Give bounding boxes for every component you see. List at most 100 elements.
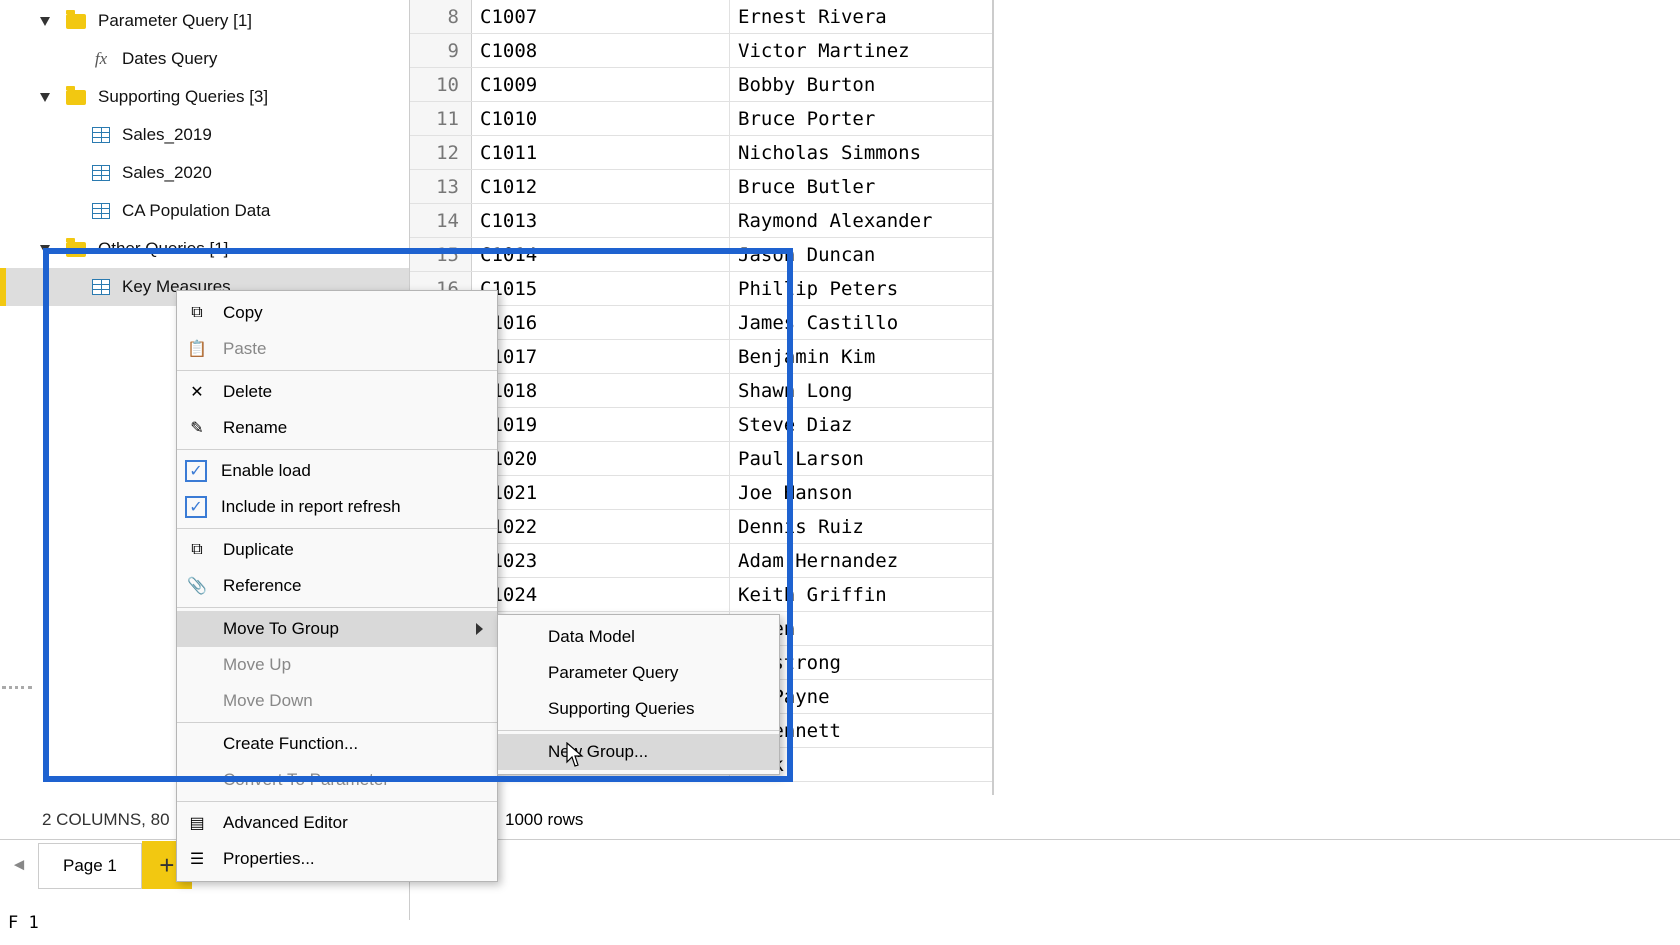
cell-name: Nicholas Simmons bbox=[730, 136, 992, 169]
menu-delete[interactable]: ✕ Delete bbox=[177, 374, 497, 410]
table-row[interactable]: 12C1011Nicholas Simmons bbox=[410, 136, 992, 170]
table-row[interactable]: 13C1012Bruce Butler bbox=[410, 170, 992, 204]
cell-name: Steve Diaz bbox=[730, 408, 992, 441]
copy-icon: ⧉ bbox=[185, 301, 209, 325]
menu-reference[interactable]: 📎 Reference bbox=[177, 568, 497, 604]
tree-item-dates-query[interactable]: fx Dates Query bbox=[0, 40, 409, 78]
cell-name: James Castillo bbox=[730, 306, 992, 339]
menu-move-to-group[interactable]: Move To Group bbox=[177, 611, 497, 647]
cell-id: C1016 bbox=[472, 306, 730, 339]
status-right: 1000 rows bbox=[505, 803, 583, 837]
cell-id: C1010 bbox=[472, 102, 730, 135]
row-number: 12 bbox=[410, 136, 472, 169]
menu-copy[interactable]: ⧉ Copy bbox=[177, 295, 497, 331]
cell-name: Phillip Peters bbox=[730, 272, 992, 305]
checkbox-checked-icon: ✓ bbox=[185, 460, 207, 482]
cell-id: C1020 bbox=[472, 442, 730, 475]
submenu-data-model[interactable]: Data Model bbox=[498, 619, 779, 655]
cell-name: Victor Martinez bbox=[730, 34, 992, 67]
tab-page-1[interactable]: Page 1 bbox=[38, 843, 142, 889]
row-number: 14 bbox=[410, 204, 472, 237]
menu-advanced-editor[interactable]: ▤ Advanced Editor bbox=[177, 805, 497, 841]
tree-group-other-queries[interactable]: Other Queries [1] bbox=[0, 230, 409, 268]
submenu-parameter-query[interactable]: Parameter Query bbox=[498, 655, 779, 691]
cell-name: Adam Hernandez bbox=[730, 544, 992, 577]
cell-name: Paul Larson bbox=[730, 442, 992, 475]
tree-label: Supporting Queries [3] bbox=[98, 87, 268, 107]
cell-name: Bobby Burton bbox=[730, 68, 992, 101]
tree-item-ca-population[interactable]: CA Population Data bbox=[0, 192, 409, 230]
tree-item-sales-2020[interactable]: Sales_2020 bbox=[0, 154, 409, 192]
menu-move-down: Move Down bbox=[177, 683, 497, 719]
blank-icon bbox=[185, 768, 209, 792]
folder-icon bbox=[66, 14, 86, 29]
tree-item-sales-2019[interactable]: Sales_2019 bbox=[0, 116, 409, 154]
chevron-right-icon bbox=[476, 623, 483, 635]
caret-down-icon bbox=[40, 17, 50, 26]
tree-group-parameter-query[interactable]: Parameter Query [1] bbox=[0, 2, 409, 40]
cell-id: C1011 bbox=[472, 136, 730, 169]
row-number: 9 bbox=[410, 34, 472, 67]
menu-properties[interactable]: ☰ Properties... bbox=[177, 841, 497, 877]
table-icon bbox=[92, 279, 110, 295]
cell-id: C1018 bbox=[472, 374, 730, 407]
row-number: 15 bbox=[410, 238, 472, 271]
tree-group-supporting-queries[interactable]: Supporting Queries [3] bbox=[0, 78, 409, 116]
blank-icon bbox=[185, 653, 209, 677]
submenu-new-group[interactable]: New Group... bbox=[498, 734, 779, 770]
cell-name: Raymond Alexander bbox=[730, 204, 992, 237]
tree-label: Sales_2020 bbox=[122, 163, 212, 183]
menu-separator bbox=[177, 722, 497, 723]
row-number: 13 bbox=[410, 170, 472, 203]
panel-handle[interactable] bbox=[2, 686, 32, 689]
duplicate-icon: ⧉ bbox=[185, 538, 209, 562]
menu-separator bbox=[177, 370, 497, 371]
editor-icon: ▤ bbox=[185, 811, 209, 835]
delete-icon: ✕ bbox=[185, 380, 209, 404]
cell-id: C1013 bbox=[472, 204, 730, 237]
status-left: 2 COLUMNS, 80 bbox=[0, 803, 170, 837]
tree-label: Parameter Query [1] bbox=[98, 11, 252, 31]
folder-icon bbox=[66, 90, 86, 105]
row-number: 10 bbox=[410, 68, 472, 101]
menu-duplicate[interactable]: ⧉ Duplicate bbox=[177, 532, 497, 568]
menu-include-refresh[interactable]: ✓ Include in report refresh bbox=[177, 489, 497, 525]
caret-down-icon bbox=[40, 245, 50, 254]
cell-name: Ernest Rivera bbox=[730, 0, 992, 33]
cell-name: Shawn Long bbox=[730, 374, 992, 407]
cell-id: C1014 bbox=[472, 238, 730, 271]
table-row[interactable]: 15C1014Jason Duncan bbox=[410, 238, 992, 272]
submenu-supporting-queries[interactable]: Supporting Queries bbox=[498, 691, 779, 727]
fx-icon: fx bbox=[92, 49, 110, 69]
menu-enable-load[interactable]: ✓ Enable load bbox=[177, 453, 497, 489]
table-row[interactable]: 9C1008Victor Martinez bbox=[410, 34, 992, 68]
cell-id: C1021 bbox=[472, 476, 730, 509]
cell-name: Bruce Butler bbox=[730, 170, 992, 203]
menu-create-function[interactable]: Create Function... bbox=[177, 726, 497, 762]
cell-id: C1007 bbox=[472, 0, 730, 33]
blank-icon bbox=[185, 617, 209, 641]
tree-label: Sales_2019 bbox=[122, 125, 212, 145]
table-row[interactable]: 8C1007Ernest Rivera bbox=[410, 0, 992, 34]
cell-name: Jason Duncan bbox=[730, 238, 992, 271]
cell-id: C1019 bbox=[472, 408, 730, 441]
table-icon bbox=[92, 165, 110, 181]
menu-separator bbox=[177, 449, 497, 450]
table-row[interactable]: 14C1013Raymond Alexander bbox=[410, 204, 992, 238]
row-number: 8 bbox=[410, 0, 472, 33]
paste-icon: 📋 bbox=[185, 337, 209, 361]
blank-icon bbox=[185, 732, 209, 756]
table-row[interactable]: 11C1010Bruce Porter bbox=[410, 102, 992, 136]
cell-id: C1009 bbox=[472, 68, 730, 101]
cell-id: C1012 bbox=[472, 170, 730, 203]
footer-cell: F 1 bbox=[0, 913, 39, 933]
cell-id: C1023 bbox=[472, 544, 730, 577]
menu-separator bbox=[177, 801, 497, 802]
menu-rename[interactable]: ✎ Rename bbox=[177, 410, 497, 446]
caret-down-icon bbox=[40, 93, 50, 102]
cell-name: Keith Griffin bbox=[730, 578, 992, 611]
tab-prev-button[interactable]: ◄ bbox=[0, 841, 38, 889]
table-row[interactable]: 10C1009Bobby Burton bbox=[410, 68, 992, 102]
context-menu: ⧉ Copy 📋 Paste ✕ Delete ✎ Rename ✓ Enabl… bbox=[176, 290, 498, 882]
rename-icon: ✎ bbox=[185, 416, 209, 440]
